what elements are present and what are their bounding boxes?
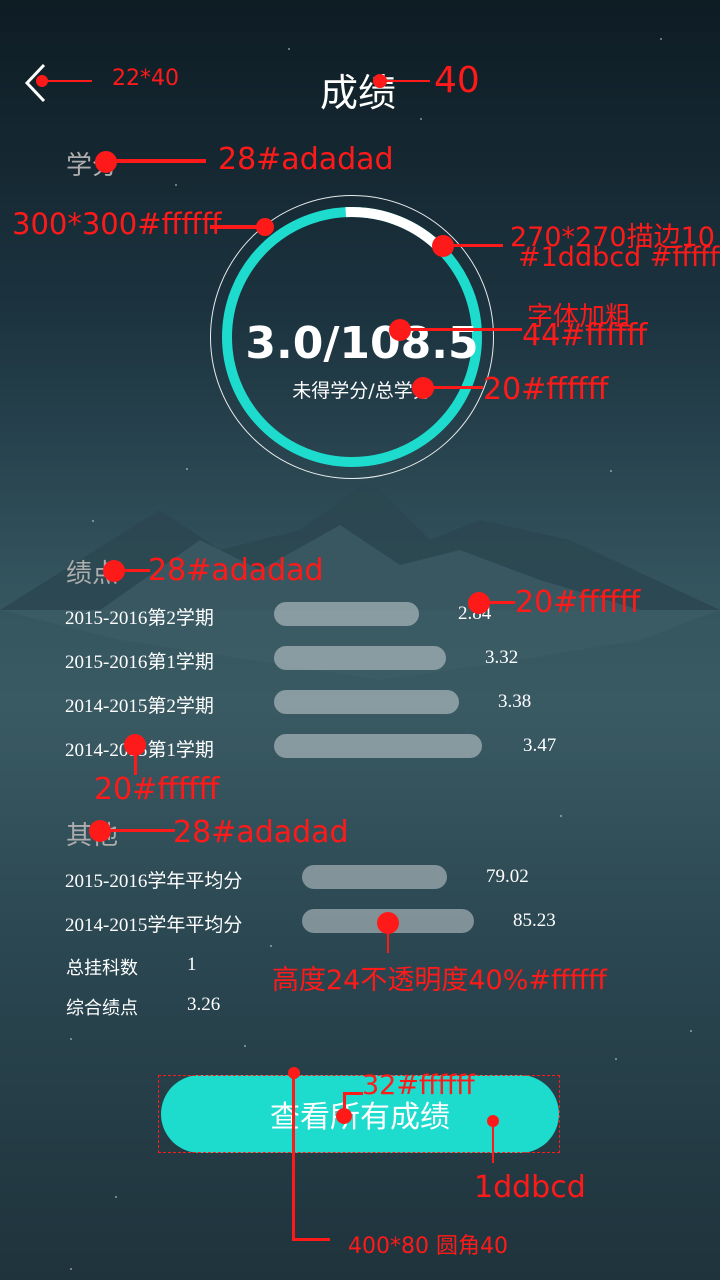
annotation-button-text-spec: 32#ffffff xyxy=(362,1070,475,1101)
annotation-value-spec: 20#ffffff xyxy=(515,585,641,620)
credits-caption: 未得学分/总学分 xyxy=(292,380,432,402)
average-value: 85.23 xyxy=(513,910,556,931)
annotation-score-spec: 44#ffffff xyxy=(522,318,648,353)
gpa-term-label: 2015-2016第1学期 xyxy=(65,652,214,673)
average-bar xyxy=(302,865,447,889)
annotation-caption-spec: 20#ffffff xyxy=(483,372,609,407)
gpa-bar xyxy=(274,690,459,714)
annotation-title-size: 40 xyxy=(434,60,480,101)
button-dashed-outline xyxy=(158,1075,560,1153)
annotation-label-spec: 20#ffffff xyxy=(94,772,220,807)
annotation-circle-spec: 300*300#ffffff xyxy=(12,207,222,241)
annotation-ring-colors: #1ddbcd #ffffff xyxy=(518,242,720,273)
gpa-term-label: 2014-2015第2学期 xyxy=(65,696,214,717)
gpa-bar xyxy=(274,734,482,758)
failed-count-label: 总挂科数 xyxy=(66,958,138,979)
overall-gpa-value: 3.26 xyxy=(187,994,221,1015)
annotation-gpa-section-spec: 28#adadad xyxy=(148,553,324,588)
overall-gpa-label: 综合绩点 xyxy=(66,998,138,1019)
annotation-back-size: 22*40 xyxy=(112,66,179,91)
average-label: 2014-2015学年平均分 xyxy=(65,915,243,936)
page-title: 成绩 xyxy=(320,71,397,115)
annotation-bar-spec: 高度24不透明度40%#ffffff xyxy=(272,965,607,996)
annotation-button-color: 1ddbcd xyxy=(474,1170,586,1205)
credits-score: 3.0/108.5 xyxy=(245,318,479,369)
annotation-other-section-spec: 28#adadad xyxy=(173,815,349,850)
gpa-value: 3.38 xyxy=(498,691,532,712)
gpa-value: 3.47 xyxy=(523,735,557,756)
gpa-bar xyxy=(274,602,419,626)
average-label: 2015-2016学年平均分 xyxy=(65,871,243,892)
annotation-button-size: 400*80 圆角40 xyxy=(348,1234,508,1259)
annotation-section-spec: 28#adadad xyxy=(218,142,394,177)
gpa-term-label: 2015-2016第2学期 xyxy=(65,608,214,629)
failed-count-value: 1 xyxy=(187,954,197,975)
average-value: 79.02 xyxy=(486,866,529,887)
gpa-bar xyxy=(274,646,446,670)
gpa-value: 3.32 xyxy=(485,647,519,668)
